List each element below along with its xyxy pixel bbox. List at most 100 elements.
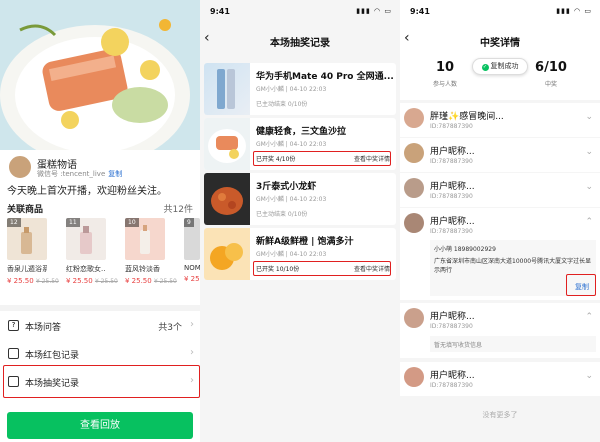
item-thumbnail: [204, 228, 250, 280]
item-meta: GM小小麟 | 04-10 22:03: [256, 86, 327, 93]
highlight-box: [3, 365, 200, 398]
check-icon: ✓: [481, 64, 489, 71]
host-avatar[interactable]: [8, 155, 32, 179]
winner-row[interactable]: 用户昵称... ID:787887390 ⌄: [400, 173, 600, 207]
item-title: 健康轻食，三文鱼沙拉: [256, 127, 347, 137]
winner-name: 用户昵称...: [430, 312, 475, 322]
page-title: 本场抽奖记录: [270, 38, 330, 49]
winner-id: ID:787887390: [430, 123, 473, 130]
participants-label: 参与人数: [432, 81, 457, 88]
no-more-text: 没有更多了: [482, 411, 518, 419]
winner-name: 用户昵称...: [430, 371, 475, 381]
winner-name: 胖瑾✨感冒晚间...: [430, 112, 504, 122]
status-icons: ▮▮▮ ◠ ▭: [356, 7, 392, 15]
winner-row[interactable]: 用户昵称... ID:787887390 ⌄: [400, 138, 600, 172]
product-number: 10: [125, 218, 139, 227]
host-wechat-id: 微信号 :tencent_live 复制: [37, 169, 122, 179]
winner-id: ID:787887390: [430, 323, 473, 330]
host-id-text: 微信号 :tencent_live: [37, 170, 106, 178]
product-price: ¥ 25.50 ¥ 25.50: [66, 277, 118, 285]
item-thumbnail: [204, 173, 250, 225]
lottery-records-panel: 9:41 ▮▮▮ ◠ ▭ ‹ 本场抽奖记录 华为手机Mate 40 Pro 全网…: [200, 0, 400, 442]
chevron-down-icon[interactable]: ⌄: [585, 182, 593, 192]
winner-row-expanded[interactable]: 用户昵称... ID:787887390 ⌃ 小小萌 18989002929 广…: [400, 208, 600, 300]
products-title: 关联商品: [7, 205, 44, 215]
highlight-box: [253, 151, 391, 166]
item-title: 华为手机Mate 40 Pro 全网通...: [256, 72, 394, 82]
participants-value: 10: [435, 60, 455, 75]
product-number: 9: [184, 218, 194, 227]
winner-id: ID:787887390: [430, 382, 473, 389]
replay-button[interactable]: 查看回放: [7, 412, 193, 439]
question-icon: ?: [8, 320, 19, 331]
page-title: 中奖详情: [480, 38, 520, 49]
winner-avatar: [404, 178, 424, 198]
product-price: ¥ 25.50 ¥ 25.50: [7, 277, 59, 285]
chevron-down-icon[interactable]: ⌄: [585, 371, 593, 381]
winner-detail-panel: 9:41 ▮▮▮ ◠ ▭ ‹ 中奖详情 10 参与人数 6/10 中奖 ✓ 复制成…: [400, 0, 600, 442]
winner-avatar: [404, 143, 424, 163]
winner-name: 用户昵称...: [430, 217, 475, 227]
live-room-panel: 蛋糕物语 微信号 :tencent_live 复制 今天晚上首次开播，欢迎粉丝关注…: [0, 0, 200, 442]
copy-id-link[interactable]: 复制: [108, 170, 122, 178]
winners-label: 中奖: [544, 81, 557, 88]
product-name: 红粉恋歌女...: [66, 265, 106, 273]
highlight-box: [566, 274, 596, 296]
product-card[interactable]: 10 蓝风铃淡香 ¥ 25.50 ¥ 25.50: [125, 218, 177, 293]
winner-row-expanded[interactable]: 用户昵称... ID:787887390 ⌃ 暂无填写收货信息: [400, 303, 600, 358]
chevron-right-icon: ›: [190, 347, 194, 358]
winner-id: ID:787887390: [430, 193, 473, 200]
item-status: 已主动结束 0/10份: [256, 211, 308, 218]
product-name: 蓝风铃淡香: [125, 265, 160, 273]
winner-row[interactable]: 胖瑾✨感冒晚间... ID:787887390 ⌄: [400, 103, 600, 137]
status-time: 9:41: [210, 7, 230, 16]
chevron-down-icon[interactable]: ⌄: [585, 147, 593, 157]
no-address-box: 暂无填写收货信息: [430, 336, 596, 352]
address-text: 广东省深圳市南山区深南大道10000号腾讯大厦文字过长显示两行: [434, 258, 592, 274]
winner-avatar: [404, 308, 424, 328]
lottery-item[interactable]: 华为手机Mate 40 Pro 全网通... GM小小麟 | 04-10 22:…: [204, 63, 396, 115]
chevron-up-icon[interactable]: ⌃: [585, 217, 593, 227]
welcome-message: 今天晚上首次开播，欢迎粉丝关注。: [7, 186, 167, 197]
highlight-box: [253, 261, 391, 276]
item-meta: GM小小麟 | 04-10 22:03: [256, 251, 327, 258]
products-count[interactable]: 共12件: [164, 202, 193, 215]
item-status: 已主动结束 0/10份: [256, 101, 308, 108]
recipient-line: 小小萌 18989002929: [434, 246, 496, 253]
copy-success-toast: ✓ 复制成功: [472, 58, 528, 75]
item-thumbnail: [204, 118, 250, 170]
chevron-right-icon: ›: [190, 319, 194, 330]
status-icons: ▮▮▮ ◠ ▭: [556, 7, 592, 15]
winner-name: 用户昵称...: [430, 147, 475, 157]
menu-qa[interactable]: ? 本场问答 共3个 ›: [0, 313, 200, 339]
products-header: 关联商品 共12件: [7, 202, 193, 215]
product-price: ¥ 25.5: [184, 275, 200, 283]
winner-id: ID:787887390: [430, 228, 473, 235]
section-divider: [0, 305, 200, 311]
product-number: 11: [66, 218, 80, 227]
menu-count: 共3个: [158, 323, 182, 333]
item-title: 3斤泰式小龙虾: [256, 182, 317, 192]
winner-avatar: [404, 213, 424, 233]
participants-stat: 10 参与人数: [410, 60, 480, 88]
menu-label: 本场问答: [25, 323, 62, 333]
item-meta: GM小小麟 | 04-10 22:03: [256, 196, 327, 203]
lottery-item[interactable]: 3斤泰式小龙虾 GM小小麟 | 04-10 22:03 已主动结束 0/10份: [204, 173, 396, 225]
menu-red-packet[interactable]: 本场红包记录 ›: [0, 341, 200, 367]
chevron-down-icon[interactable]: ⌄: [585, 112, 593, 122]
product-card[interactable]: 11 红粉恋歌女... ¥ 25.50 ¥ 25.50: [66, 218, 118, 293]
product-name: NOM: [184, 264, 200, 272]
status-time: 9:41: [410, 7, 430, 16]
envelope-icon: [8, 348, 19, 359]
chevron-up-icon[interactable]: ⌃: [585, 312, 593, 322]
winner-id: ID:787887390: [430, 158, 473, 165]
product-number: 12: [7, 218, 21, 227]
product-card[interactable]: 9 NOM ¥ 25.5: [184, 218, 200, 293]
item-thumbnail: [204, 63, 250, 115]
product-name: 香泉儿遁浴系列: [7, 265, 47, 273]
item-title: 新鲜A级鲜橙 | 饱满多汁: [256, 237, 354, 247]
winner-avatar: [404, 367, 424, 387]
host-info: 蛋糕物语 微信号 :tencent_live 复制: [8, 155, 198, 181]
product-card[interactable]: 12 香泉儿遁浴系列 ¥ 25.50 ¥ 25.50: [7, 218, 59, 293]
winner-row[interactable]: 用户昵称... ID:787887390 ⌄: [400, 362, 600, 396]
